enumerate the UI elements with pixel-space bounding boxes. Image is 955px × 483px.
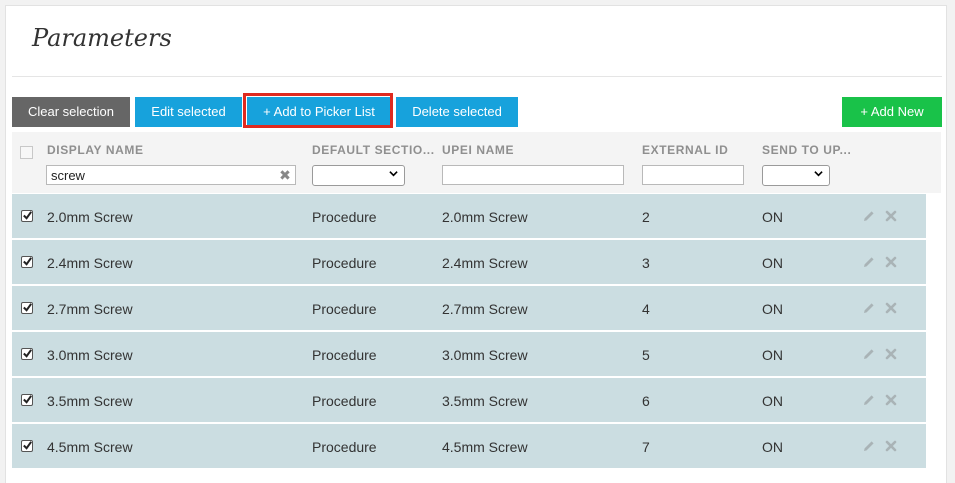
display-name-cell: 3.5mm Screw xyxy=(47,393,133,409)
row-checkbox[interactable] xyxy=(21,440,33,452)
display-name-cell: 4.5mm Screw xyxy=(47,439,133,455)
table-row[interactable]: 3.5mm Screw Procedure 3.5mm Screw 6 ON xyxy=(12,378,926,423)
table-row[interactable]: 2.4mm Screw Procedure 2.4mm Screw 3 ON xyxy=(12,240,926,285)
clear-selection-button[interactable]: Clear selection xyxy=(12,97,130,127)
row-checkbox[interactable] xyxy=(21,210,33,222)
table-row[interactable]: 4.5mm Screw Procedure 4.5mm Screw 7 ON xyxy=(12,424,926,469)
column-header-upei-name[interactable]: UPEI NAME xyxy=(442,143,514,157)
pencil-icon[interactable] xyxy=(862,439,876,453)
column-header-default-section[interactable]: DEFAULT SECTIO... xyxy=(312,143,435,157)
pencil-icon[interactable] xyxy=(862,393,876,407)
external-id-cell: 5 xyxy=(642,347,650,363)
send-to-upei-cell: ON xyxy=(762,393,783,409)
checkmark-icon xyxy=(23,441,32,450)
external-id-cell: 7 xyxy=(642,439,650,455)
default-section-cell: Procedure xyxy=(312,209,377,225)
column-header-external-id[interactable]: EXTERNAL ID xyxy=(642,143,728,157)
pencil-icon[interactable] xyxy=(862,209,876,223)
display-name-cell: 2.4mm Screw xyxy=(47,255,133,271)
edit-selected-button[interactable]: Edit selected xyxy=(135,97,242,127)
chevron-down-icon xyxy=(814,171,823,177)
column-header-send-to-upei[interactable]: SEND TO UP... xyxy=(762,143,851,157)
add-new-button[interactable]: + Add New xyxy=(842,97,942,127)
clear-filter-icon[interactable]: ✖ xyxy=(279,168,291,182)
send-to-upei-filter-select[interactable] xyxy=(762,165,830,186)
select-all-checkbox[interactable] xyxy=(20,146,33,159)
delete-x-icon[interactable] xyxy=(884,255,898,269)
display-name-cell: 2.0mm Screw xyxy=(47,209,133,225)
external-id-filter-input[interactable] xyxy=(642,165,744,185)
row-checkbox[interactable] xyxy=(21,348,33,360)
title-divider xyxy=(12,76,942,77)
delete-x-icon[interactable] xyxy=(884,209,898,223)
upei-name-filter-input[interactable] xyxy=(442,165,624,185)
default-section-cell: Procedure xyxy=(312,347,377,363)
table-row[interactable]: 2.0mm Screw Procedure 2.0mm Screw 2 ON xyxy=(12,194,926,239)
upei-name-cell: 3.0mm Screw xyxy=(442,347,528,363)
delete-x-icon[interactable] xyxy=(884,347,898,361)
send-to-upei-cell: ON xyxy=(762,209,783,225)
checkmark-icon xyxy=(23,303,32,312)
checkmark-icon xyxy=(23,349,32,358)
delete-selected-button[interactable]: Delete selected xyxy=(396,97,518,127)
pencil-icon[interactable] xyxy=(862,255,876,269)
external-id-cell: 4 xyxy=(642,301,650,317)
row-checkbox[interactable] xyxy=(21,256,33,268)
default-section-filter-select[interactable] xyxy=(312,165,405,186)
row-checkbox[interactable] xyxy=(21,394,33,406)
default-section-cell: Procedure xyxy=(312,255,377,271)
default-section-cell: Procedure xyxy=(312,393,377,409)
upei-name-cell: 2.7mm Screw xyxy=(442,301,528,317)
pencil-icon[interactable] xyxy=(862,347,876,361)
display-name-cell: 3.0mm Screw xyxy=(47,347,133,363)
checkmark-icon xyxy=(23,395,32,404)
external-id-cell: 3 xyxy=(642,255,650,271)
upei-name-cell: 4.5mm Screw xyxy=(442,439,528,455)
table-row[interactable]: 2.7mm Screw Procedure 2.7mm Screw 4 ON xyxy=(12,286,926,331)
send-to-upei-cell: ON xyxy=(762,347,783,363)
delete-x-icon[interactable] xyxy=(884,301,898,315)
send-to-upei-cell: ON xyxy=(762,301,783,317)
pencil-icon[interactable] xyxy=(862,301,876,315)
external-id-cell: 6 xyxy=(642,393,650,409)
display-name-cell: 2.7mm Screw xyxy=(47,301,133,317)
upei-name-cell: 2.4mm Screw xyxy=(442,255,528,271)
default-section-cell: Procedure xyxy=(312,301,377,317)
add-to-picker-list-button[interactable]: + Add to Picker List xyxy=(247,97,391,127)
checkmark-icon xyxy=(23,257,32,266)
row-checkbox[interactable] xyxy=(21,302,33,314)
upei-name-cell: 2.0mm Screw xyxy=(442,209,528,225)
checkmark-icon xyxy=(23,211,32,220)
default-section-cell: Procedure xyxy=(312,439,377,455)
page-title: Parameters xyxy=(32,24,172,52)
delete-x-icon[interactable] xyxy=(884,439,898,453)
send-to-upei-cell: ON xyxy=(762,439,783,455)
upei-name-cell: 3.5mm Screw xyxy=(442,393,528,409)
column-header-display-name[interactable]: DISPLAY NAME xyxy=(47,143,144,157)
display-name-filter-input[interactable] xyxy=(46,165,296,185)
table-row[interactable]: 3.0mm Screw Procedure 3.0mm Screw 5 ON xyxy=(12,332,926,377)
external-id-cell: 2 xyxy=(642,209,650,225)
send-to-upei-cell: ON xyxy=(762,255,783,271)
delete-x-icon[interactable] xyxy=(884,393,898,407)
chevron-down-icon xyxy=(389,171,398,177)
